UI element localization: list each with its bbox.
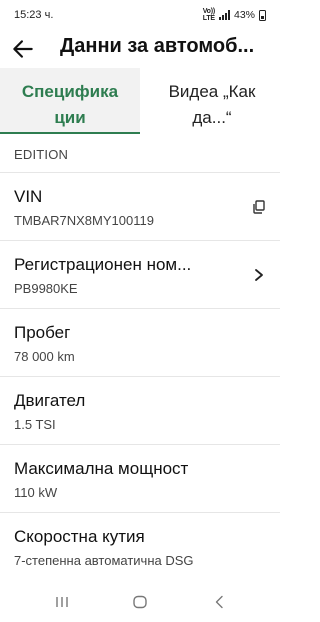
status-bar: 15:23 ч. Vo)) LTE 43% bbox=[0, 0, 280, 28]
spec-row-gearbox: Скоростна кутия 7-степенна автоматична D… bbox=[0, 513, 280, 579]
tab-videos-label: Видеа „Как да...“ bbox=[168, 82, 256, 127]
system-nav-bar bbox=[0, 582, 280, 622]
spec-label: VIN bbox=[14, 187, 43, 206]
spec-row-engine: Двигател 1.5 TSI bbox=[0, 377, 280, 443]
page-title: Данни за автомоб... bbox=[60, 35, 255, 57]
recents-icon[interactable] bbox=[54, 595, 70, 609]
volte-lte-icon: Vo)) LTE bbox=[202, 8, 216, 22]
spec-label: Пробег bbox=[14, 323, 71, 342]
spec-value: 110 kW bbox=[14, 485, 58, 500]
chevron-right-icon[interactable] bbox=[252, 268, 266, 282]
spec-row-max-power: Максимална мощност 110 kW bbox=[0, 445, 280, 511]
spec-label: Максимална мощност bbox=[14, 459, 189, 478]
spec-value: 1.5 TSI bbox=[14, 417, 56, 432]
battery-icon bbox=[259, 9, 266, 21]
app-bar: Данни за автомоб... bbox=[0, 28, 280, 68]
spec-value: PB9980KE bbox=[14, 281, 78, 296]
tab-videos[interactable]: Видеа „Как да...“ bbox=[140, 68, 280, 132]
specs-list[interactable]: EDITION VIN TMBAR7NX8MY100119 Регистраци… bbox=[0, 134, 280, 582]
partial-row-value: EDITION bbox=[14, 147, 69, 162]
spec-value: 78 000 km bbox=[14, 349, 75, 364]
spec-label: Скоростна кутия bbox=[14, 527, 145, 546]
battery-percent: 43% bbox=[233, 9, 255, 21]
spec-row-mileage: Пробег 78 000 km bbox=[0, 309, 280, 375]
signal-icon bbox=[218, 10, 230, 20]
tab-specifications[interactable]: Специфика ции bbox=[0, 68, 140, 132]
spec-row-registration[interactable]: Регистрационен ном... PB9980KE bbox=[0, 241, 280, 307]
copy-icon[interactable] bbox=[252, 200, 266, 214]
spec-row-vin: VIN TMBAR7NX8MY100119 bbox=[0, 173, 280, 239]
spec-value: 7-степенна автоматична DSG bbox=[14, 553, 194, 568]
tab-specifications-label: Специфика ции bbox=[21, 82, 119, 127]
spec-label: Двигател bbox=[14, 391, 86, 410]
status-time: 15:23 ч. bbox=[14, 9, 54, 21]
tab-bar: Специфика ции Видеа „Как да...“ bbox=[0, 68, 280, 134]
nav-back-icon[interactable] bbox=[212, 595, 228, 609]
back-arrow-icon[interactable] bbox=[10, 36, 36, 62]
home-icon[interactable] bbox=[132, 595, 148, 609]
spec-value: TMBAR7NX8MY100119 bbox=[14, 213, 154, 228]
status-indicators: Vo)) LTE 43% bbox=[203, 8, 266, 22]
spec-label: Регистрационен ном... bbox=[14, 255, 192, 274]
